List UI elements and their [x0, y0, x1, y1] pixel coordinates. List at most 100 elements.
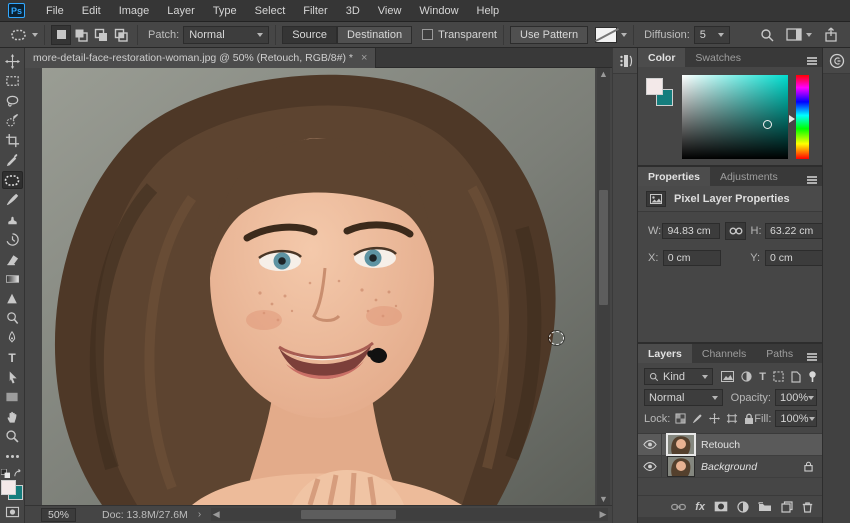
zoom-level-field[interactable]: 50% [41, 507, 77, 522]
canvas-image[interactable] [42, 68, 595, 505]
tab-color[interactable]: Color [638, 48, 686, 67]
horizontal-scrollbar[interactable]: ◀ ▶ [211, 508, 608, 521]
share-icon[interactable] [824, 27, 838, 42]
panel-menu-icon[interactable] [807, 60, 817, 62]
menu-filter[interactable]: Filter [294, 2, 336, 20]
visibility-toggle[interactable] [638, 434, 662, 455]
intersect-selection-mode-button[interactable] [111, 25, 131, 45]
lasso-tool[interactable] [2, 92, 23, 109]
blur-tool[interactable] [2, 290, 23, 307]
new-selection-mode-button[interactable] [51, 24, 71, 45]
patch-mode-dropdown[interactable]: Normal [183, 25, 270, 44]
close-icon[interactable]: × [361, 52, 367, 64]
color-picker-cursor[interactable] [762, 119, 772, 129]
tab-adjustments[interactable]: Adjustments [710, 167, 788, 186]
layer-effects-icon[interactable]: fx [695, 501, 705, 513]
lock-all-icon[interactable] [744, 413, 754, 425]
layer-name[interactable]: Retouch [701, 439, 740, 451]
workspace-switcher[interactable] [786, 28, 812, 41]
filter-toggle-pin-icon[interactable] [808, 370, 817, 383]
history-panel-button[interactable] [613, 48, 638, 74]
delete-layer-icon[interactable] [802, 501, 813, 513]
layer-thumbnail[interactable] [666, 433, 696, 456]
link-layers-icon[interactable] [671, 503, 687, 511]
use-pattern-button[interactable]: Use Pattern [510, 25, 589, 44]
foreground-color-swatch[interactable] [1, 480, 16, 496]
x-field[interactable] [662, 250, 721, 266]
subtract-from-selection-mode-button[interactable] [91, 25, 111, 45]
tab-swatches[interactable]: Swatches [685, 48, 751, 67]
zoom-tool[interactable] [2, 428, 23, 445]
layer-name[interactable]: Background [701, 461, 757, 473]
saturation-brightness-field[interactable] [682, 75, 788, 159]
transparent-option[interactable]: Transparent [422, 29, 497, 41]
tab-layers[interactable]: Layers [638, 344, 692, 363]
edit-toolbar-button[interactable] [2, 448, 23, 465]
blend-mode-dropdown[interactable]: Normal [644, 389, 723, 406]
quick-selection-tool[interactable] [2, 112, 23, 129]
scroll-down-icon[interactable]: ▼ [597, 493, 610, 505]
menu-layer[interactable]: Layer [158, 2, 204, 20]
clone-stamp-tool[interactable] [2, 211, 23, 228]
scroll-right-icon[interactable]: ▶ [598, 508, 608, 521]
vertical-scroll-thumb[interactable] [599, 190, 608, 305]
menu-image[interactable]: Image [110, 2, 159, 20]
height-field[interactable] [765, 223, 824, 239]
scroll-left-icon[interactable]: ◀ [211, 508, 221, 521]
filter-smart-objects-icon[interactable] [791, 370, 801, 383]
scroll-up-icon[interactable]: ▲ [597, 68, 610, 80]
swap-colors-icon[interactable] [13, 469, 23, 478]
menu-window[interactable]: Window [410, 2, 467, 20]
hue-slider-arrow-icon[interactable] [789, 115, 795, 123]
search-icon[interactable] [760, 28, 774, 42]
quick-mask-button[interactable] [2, 503, 23, 520]
new-group-icon[interactable] [758, 501, 772, 512]
tab-paths[interactable]: Paths [756, 344, 803, 363]
default-colors-icon[interactable] [1, 469, 10, 479]
layer-row-retouch[interactable]: Retouch [638, 433, 823, 456]
panel-menu-icon[interactable] [807, 356, 817, 358]
eyedropper-tool[interactable] [2, 152, 23, 169]
move-tool[interactable] [2, 53, 23, 70]
filter-shape-layers-icon[interactable] [773, 371, 784, 382]
menu-help[interactable]: Help [468, 2, 509, 20]
menu-file[interactable]: File [37, 2, 73, 20]
menu-edit[interactable]: Edit [73, 2, 110, 20]
fill-dropdown[interactable]: 100% [775, 410, 818, 427]
history-brush-tool[interactable] [2, 231, 23, 248]
layer-thumbnail[interactable] [667, 456, 695, 477]
hand-tool[interactable] [2, 408, 23, 425]
menu-select[interactable]: Select [246, 2, 295, 20]
vertical-scrollbar[interactable]: ▲ ▼ [597, 68, 610, 505]
filter-adjustment-layers-icon[interactable] [741, 371, 752, 382]
tab-properties[interactable]: Properties [638, 167, 710, 186]
path-selection-tool[interactable] [2, 369, 23, 386]
rectangle-shape-tool[interactable] [2, 388, 23, 405]
opacity-dropdown[interactable]: 100% [775, 389, 817, 406]
dodge-tool[interactable] [2, 310, 23, 327]
menu-3d[interactable]: 3D [337, 2, 369, 20]
status-options-icon[interactable]: › [198, 509, 201, 520]
visibility-toggle[interactable] [638, 456, 662, 477]
foreground-color-well[interactable] [646, 78, 663, 95]
lock-position-icon[interactable] [709, 413, 721, 424]
adjustment-layer-icon[interactable] [737, 500, 749, 513]
layer-row-background[interactable]: Background [638, 456, 823, 478]
eraser-tool[interactable] [2, 250, 23, 267]
gradient-tool[interactable] [2, 270, 23, 287]
filter-type-layers-icon[interactable]: T [759, 371, 766, 383]
transparent-checkbox[interactable] [422, 29, 434, 40]
add-layer-mask-icon[interactable] [714, 501, 728, 512]
menu-type[interactable]: Type [204, 2, 246, 20]
hue-slider[interactable] [789, 75, 809, 159]
menu-view[interactable]: View [369, 2, 411, 20]
brush-tool[interactable] [2, 191, 23, 208]
new-layer-icon[interactable] [781, 500, 793, 513]
lock-pixels-icon[interactable] [692, 413, 703, 424]
lock-artboard-icon[interactable] [726, 413, 738, 424]
diffusion-dropdown[interactable]: 5 [693, 25, 730, 44]
patch-source-marquee[interactable] [549, 331, 564, 345]
panel-menu-icon[interactable] [807, 179, 817, 181]
filter-pixel-layers-icon[interactable] [721, 371, 735, 382]
rectangular-marquee-tool[interactable] [2, 73, 23, 90]
